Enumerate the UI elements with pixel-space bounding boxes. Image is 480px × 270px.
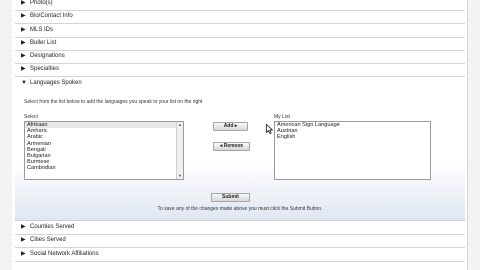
select-list-label: Select — [24, 114, 38, 120]
section-label: MLS IDs — [30, 27, 54, 33]
my-list-label: My List — [274, 114, 290, 120]
section-bio-contact-info[interactable]: ▶ Bio/Contact Info — [15, 10, 465, 24]
section-mls-ids[interactable]: ▶ MLS IDs — [15, 24, 465, 38]
listbox-scrollbar[interactable]: ▲ ▼ — [176, 122, 183, 179]
list-item[interactable]: Cambodian — [25, 165, 183, 171]
collapsed-arrow-icon: ▶ — [21, 27, 26, 33]
section-label: Cities Served — [30, 237, 66, 243]
section-label: Bio/Contact Info — [30, 13, 73, 19]
section-specialties[interactable]: ▶ Specialties — [15, 63, 465, 77]
section-cities-served[interactable]: ▶ Cities Served — [15, 234, 465, 248]
right-page-margin — [467, 0, 480, 270]
scroll-up-icon[interactable]: ▲ — [177, 122, 183, 128]
section-label: Photo(s) — [30, 0, 53, 6]
section-buller-list[interactable]: ▶ Buller List — [15, 37, 465, 51]
save-instructions-note: To save any of the changes made above yo… — [157, 206, 323, 212]
section-label: Designations — [30, 53, 65, 59]
remove-language-button[interactable]: ◂ Remove — [213, 142, 250, 151]
collapsed-arrow-icon: ▶ — [21, 224, 26, 230]
collapsed-arrow-icon: ▶ — [21, 66, 26, 72]
my-languages-listbox[interactable]: American Sign Language Austrian English — [274, 121, 431, 180]
section-label: Specialties — [30, 66, 60, 72]
collapsed-arrow-icon: ▶ — [21, 251, 26, 257]
collapsed-arrow-icon: ▶ — [21, 0, 26, 6]
section-label: Social Network Affiliations — [30, 251, 99, 257]
list-item[interactable]: English — [275, 134, 430, 140]
collapsed-arrow-icon: ▶ — [21, 53, 26, 59]
add-language-button[interactable]: Add ▸ — [213, 122, 248, 131]
collapsed-arrow-icon: ▶ — [21, 237, 26, 243]
section-label: Buller List — [30, 40, 57, 46]
section-counties-served[interactable]: ▶ Counties Served — [15, 221, 465, 235]
collapsed-arrow-icon: ▶ — [21, 40, 26, 46]
section-designations[interactable]: ▶ Designations — [15, 50, 465, 64]
section-label: Counties Served — [30, 224, 75, 230]
collapsed-arrow-icon: ▶ — [21, 13, 26, 19]
languages-instructions: Select from the list below to add the la… — [24, 99, 203, 105]
section-label: Languages Spoken — [30, 80, 82, 86]
mouse-pointer-icon — [266, 124, 273, 134]
scroll-down-icon[interactable]: ▼ — [177, 173, 183, 179]
available-languages-listbox[interactable]: Afrikaan Amharic Arabic Armenian Bengali… — [24, 121, 184, 180]
section-social-network-affiliations[interactable]: ▶ Social Network Affiliations — [15, 248, 465, 262]
submit-button[interactable]: Submit — [211, 193, 250, 202]
expanded-arrow-icon: ▼ — [21, 80, 27, 86]
section-languages-spoken[interactable]: ▼ Languages Spoken — [15, 77, 465, 90]
